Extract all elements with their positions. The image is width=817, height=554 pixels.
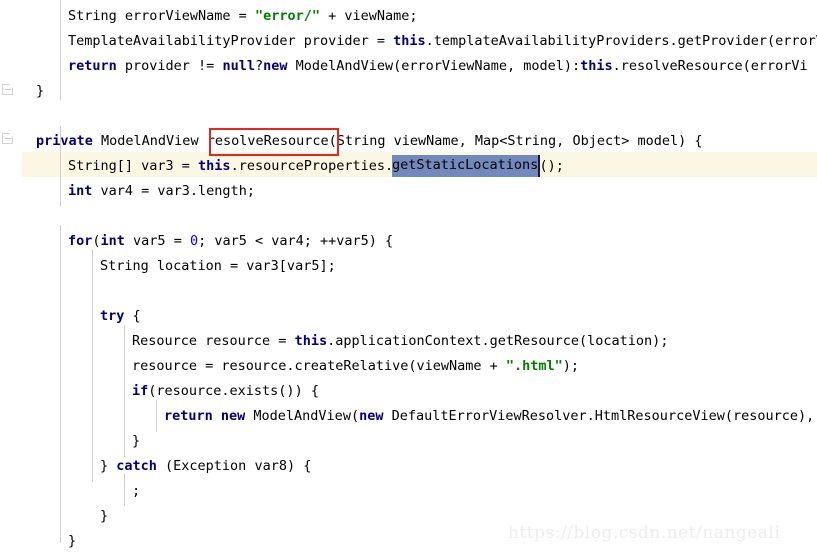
code-token: var5 = <box>124 233 190 249</box>
code-token: String errorViewName = <box>68 8 255 24</box>
code-token: this <box>393 33 426 49</box>
code-token: ; var5 < var4; ++var5) { <box>198 233 394 249</box>
code-line[interactable]: String errorViewName = "error/" + viewNa… <box>68 4 418 29</box>
code-token: return <box>68 58 117 74</box>
code-token: .resolveResource(errorVi <box>612 58 808 74</box>
code-token: int <box>68 183 93 199</box>
code-token: ModelAndView(errorViewName, model): <box>287 58 581 74</box>
code-token: int <box>100 233 125 249</box>
code-line[interactable]: return provider != null?new ModelAndView… <box>68 54 808 79</box>
code-token: resource = resource.createRelative(viewN… <box>132 358 506 374</box>
code-token: .templateAvailabilityProviders.getProvid… <box>425 33 817 49</box>
code-line[interactable]: int var4 = var3.length; <box>68 179 255 204</box>
code-token: private <box>36 133 93 149</box>
code-token: new <box>359 408 384 424</box>
code-line[interactable]: try { <box>100 304 141 329</box>
code-token: (); <box>539 158 564 174</box>
code-token: this <box>580 58 613 74</box>
code-token: null <box>222 58 255 74</box>
code-token: String location = var3[var5]; <box>100 258 336 274</box>
code-line[interactable]: return new ModelAndView(new DefaultError… <box>164 404 814 429</box>
code-token: catch <box>116 458 157 474</box>
code-token: if <box>132 383 149 399</box>
selected-token-getstaticlocations[interactable]: getStaticLocations <box>392 153 538 178</box>
code-token: new <box>263 58 288 74</box>
code-token: DefaultErrorViewResolver.HtmlResourceVie… <box>383 408 815 424</box>
code-token: this <box>294 333 328 349</box>
code-token: String[] var3 = <box>68 158 199 174</box>
code-token: { <box>124 308 141 324</box>
code-token: } <box>100 458 117 474</box>
code-line[interactable]: for(int var5 = 0; var5 < var4; ++var5) { <box>68 229 393 254</box>
text-caret <box>538 155 540 177</box>
code-line[interactable]: } <box>36 79 44 104</box>
code-token: .applicationContext.getResource(location… <box>327 333 669 349</box>
code-line[interactable]: private ModelAndView resolveResource(Str… <box>36 129 702 154</box>
code-token: .resourceProperties. <box>230 158 394 174</box>
code-line[interactable]: } catch (Exception var8) { <box>100 454 311 479</box>
code-token: ( <box>92 233 101 249</box>
code-token: for <box>68 233 93 249</box>
code-token: Resource resource = <box>132 333 295 349</box>
code-line[interactable]: resource = resource.createRelative(viewN… <box>132 354 579 379</box>
code-line[interactable]: } <box>68 529 76 554</box>
code-line[interactable]: Resource resource = this.applicationCont… <box>132 329 668 354</box>
code-token: ); <box>562 358 580 374</box>
code-line[interactable]: TemplateAvailabilityProvider provider = … <box>68 29 817 54</box>
csdn-blog-watermark: https://blog.csdn.net/nangeali <box>508 523 781 543</box>
code-token: } <box>68 533 77 549</box>
code-token: } <box>36 83 45 99</box>
code-line[interactable]: String location = var3[var5]; <box>100 254 336 279</box>
code-token: var4 = var3.length; <box>92 183 255 199</box>
code-token: } <box>100 508 109 524</box>
code-token: provider != <box>116 58 223 74</box>
code-token: return new <box>164 408 246 424</box>
code-line[interactable]: } <box>100 504 108 529</box>
code-line[interactable]: if(resource.exists()) { <box>132 379 319 404</box>
code-text-layer[interactable]: String errorViewName = "error/" + viewNa… <box>0 0 817 554</box>
code-token: + viewName; <box>319 8 418 24</box>
code-line[interactable]: } <box>132 429 140 454</box>
code-token: ModelAndView resolveResource(String view… <box>92 133 703 149</box>
code-token: try <box>100 308 125 324</box>
code-token: ".html" <box>505 358 563 374</box>
code-token: TemplateAvailabilityProvider provider = <box>68 33 394 49</box>
code-token: "error/" <box>254 8 320 24</box>
code-token: ? <box>254 58 264 74</box>
code-token: ; <box>132 483 141 499</box>
code-token: 0 <box>189 233 199 249</box>
code-token: (resource.exists()) { <box>148 383 319 399</box>
code-editor-viewport: String errorViewName = "error/" + viewNa… <box>0 0 817 554</box>
code-line[interactable]: ; <box>132 479 140 504</box>
code-token: (Exception var8) { <box>156 458 312 474</box>
code-token: this <box>198 158 231 174</box>
code-token: } <box>132 433 141 449</box>
code-token: ModelAndView( <box>245 408 360 424</box>
